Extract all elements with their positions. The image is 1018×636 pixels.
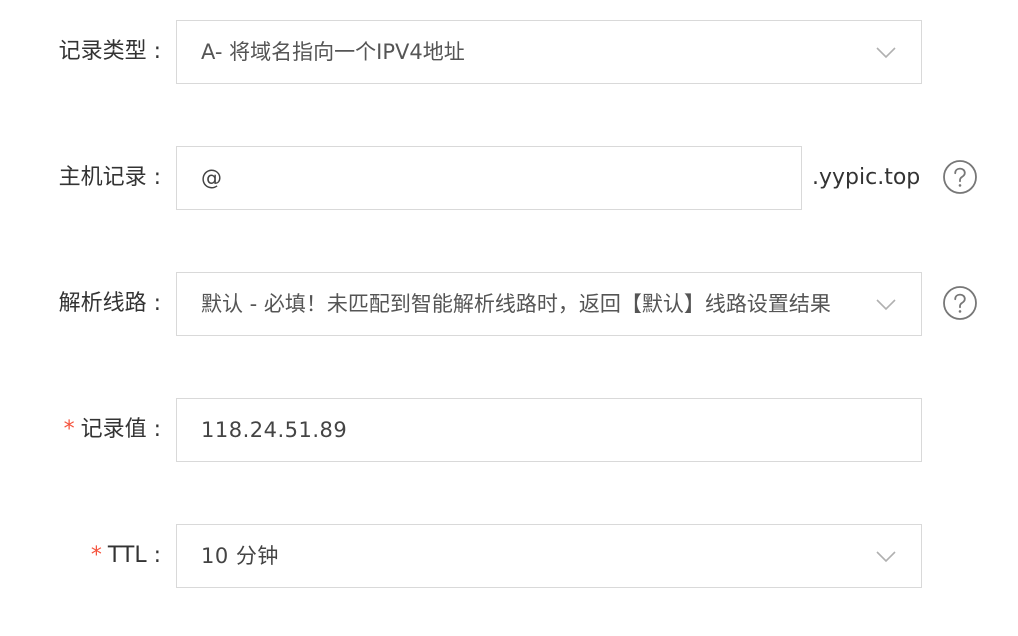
question-circle-icon[interactable] bbox=[942, 285, 978, 321]
ttl-label: * TTL : bbox=[91, 524, 161, 588]
host-record-row: 主机记录 : @ .yypic.top bbox=[0, 146, 1018, 210]
host-record-value: @ bbox=[201, 166, 223, 190]
record-type-value: A- 将域名指向一个IPV4地址 bbox=[201, 40, 465, 64]
record-type-label: 记录类型 : bbox=[59, 20, 161, 84]
question-circle-icon[interactable] bbox=[942, 159, 978, 195]
record-value-label: * 记录值 : bbox=[64, 398, 161, 462]
record-value-input[interactable]: 118.24.51.89 bbox=[176, 398, 922, 462]
record-type-row: 记录类型 : A- 将域名指向一个IPV4地址 bbox=[0, 20, 1018, 84]
record-value-row: * 记录值 : 118.24.51.89 bbox=[0, 398, 1018, 462]
resolution-line-label-text: 解析线路 : bbox=[58, 291, 161, 316]
record-value-value: 118.24.51.89 bbox=[201, 418, 348, 442]
host-record-input[interactable]: @ bbox=[176, 146, 802, 210]
record-type-select[interactable]: A- 将域名指向一个IPV4地址 bbox=[176, 20, 922, 84]
chevron-down-icon bbox=[875, 293, 897, 315]
record-type-label-text: 记录类型 : bbox=[58, 39, 161, 64]
resolution-line-select[interactable]: 默认 - 必填！未匹配到智能解析线路时，返回【默认】线路设置结果 bbox=[176, 272, 922, 336]
domain-suffix: .yypic.top bbox=[812, 165, 921, 190]
ttl-label-text: TTL : bbox=[107, 543, 161, 568]
resolution-line-row: 解析线路 : 默认 - 必填！未匹配到智能解析线路时，返回【默认】线路设置结果 bbox=[0, 272, 1018, 336]
ttl-row: * TTL : 10 分钟 bbox=[0, 524, 1018, 588]
record-value-label-text: 记录值 : bbox=[80, 417, 161, 442]
resolution-line-value: 默认 - 必填！未匹配到智能解析线路时，返回【默认】线路设置结果 bbox=[201, 292, 831, 316]
host-record-label-text: 主机记录 : bbox=[58, 165, 161, 190]
required-mark: * bbox=[90, 543, 102, 568]
chevron-down-icon bbox=[875, 545, 897, 567]
required-mark: * bbox=[63, 417, 75, 442]
host-record-label: 主机记录 : bbox=[59, 146, 161, 210]
resolution-line-label: 解析线路 : bbox=[59, 272, 161, 336]
chevron-down-icon bbox=[875, 41, 897, 63]
ttl-value: 10 分钟 bbox=[201, 544, 279, 568]
ttl-select[interactable]: 10 分钟 bbox=[176, 524, 922, 588]
